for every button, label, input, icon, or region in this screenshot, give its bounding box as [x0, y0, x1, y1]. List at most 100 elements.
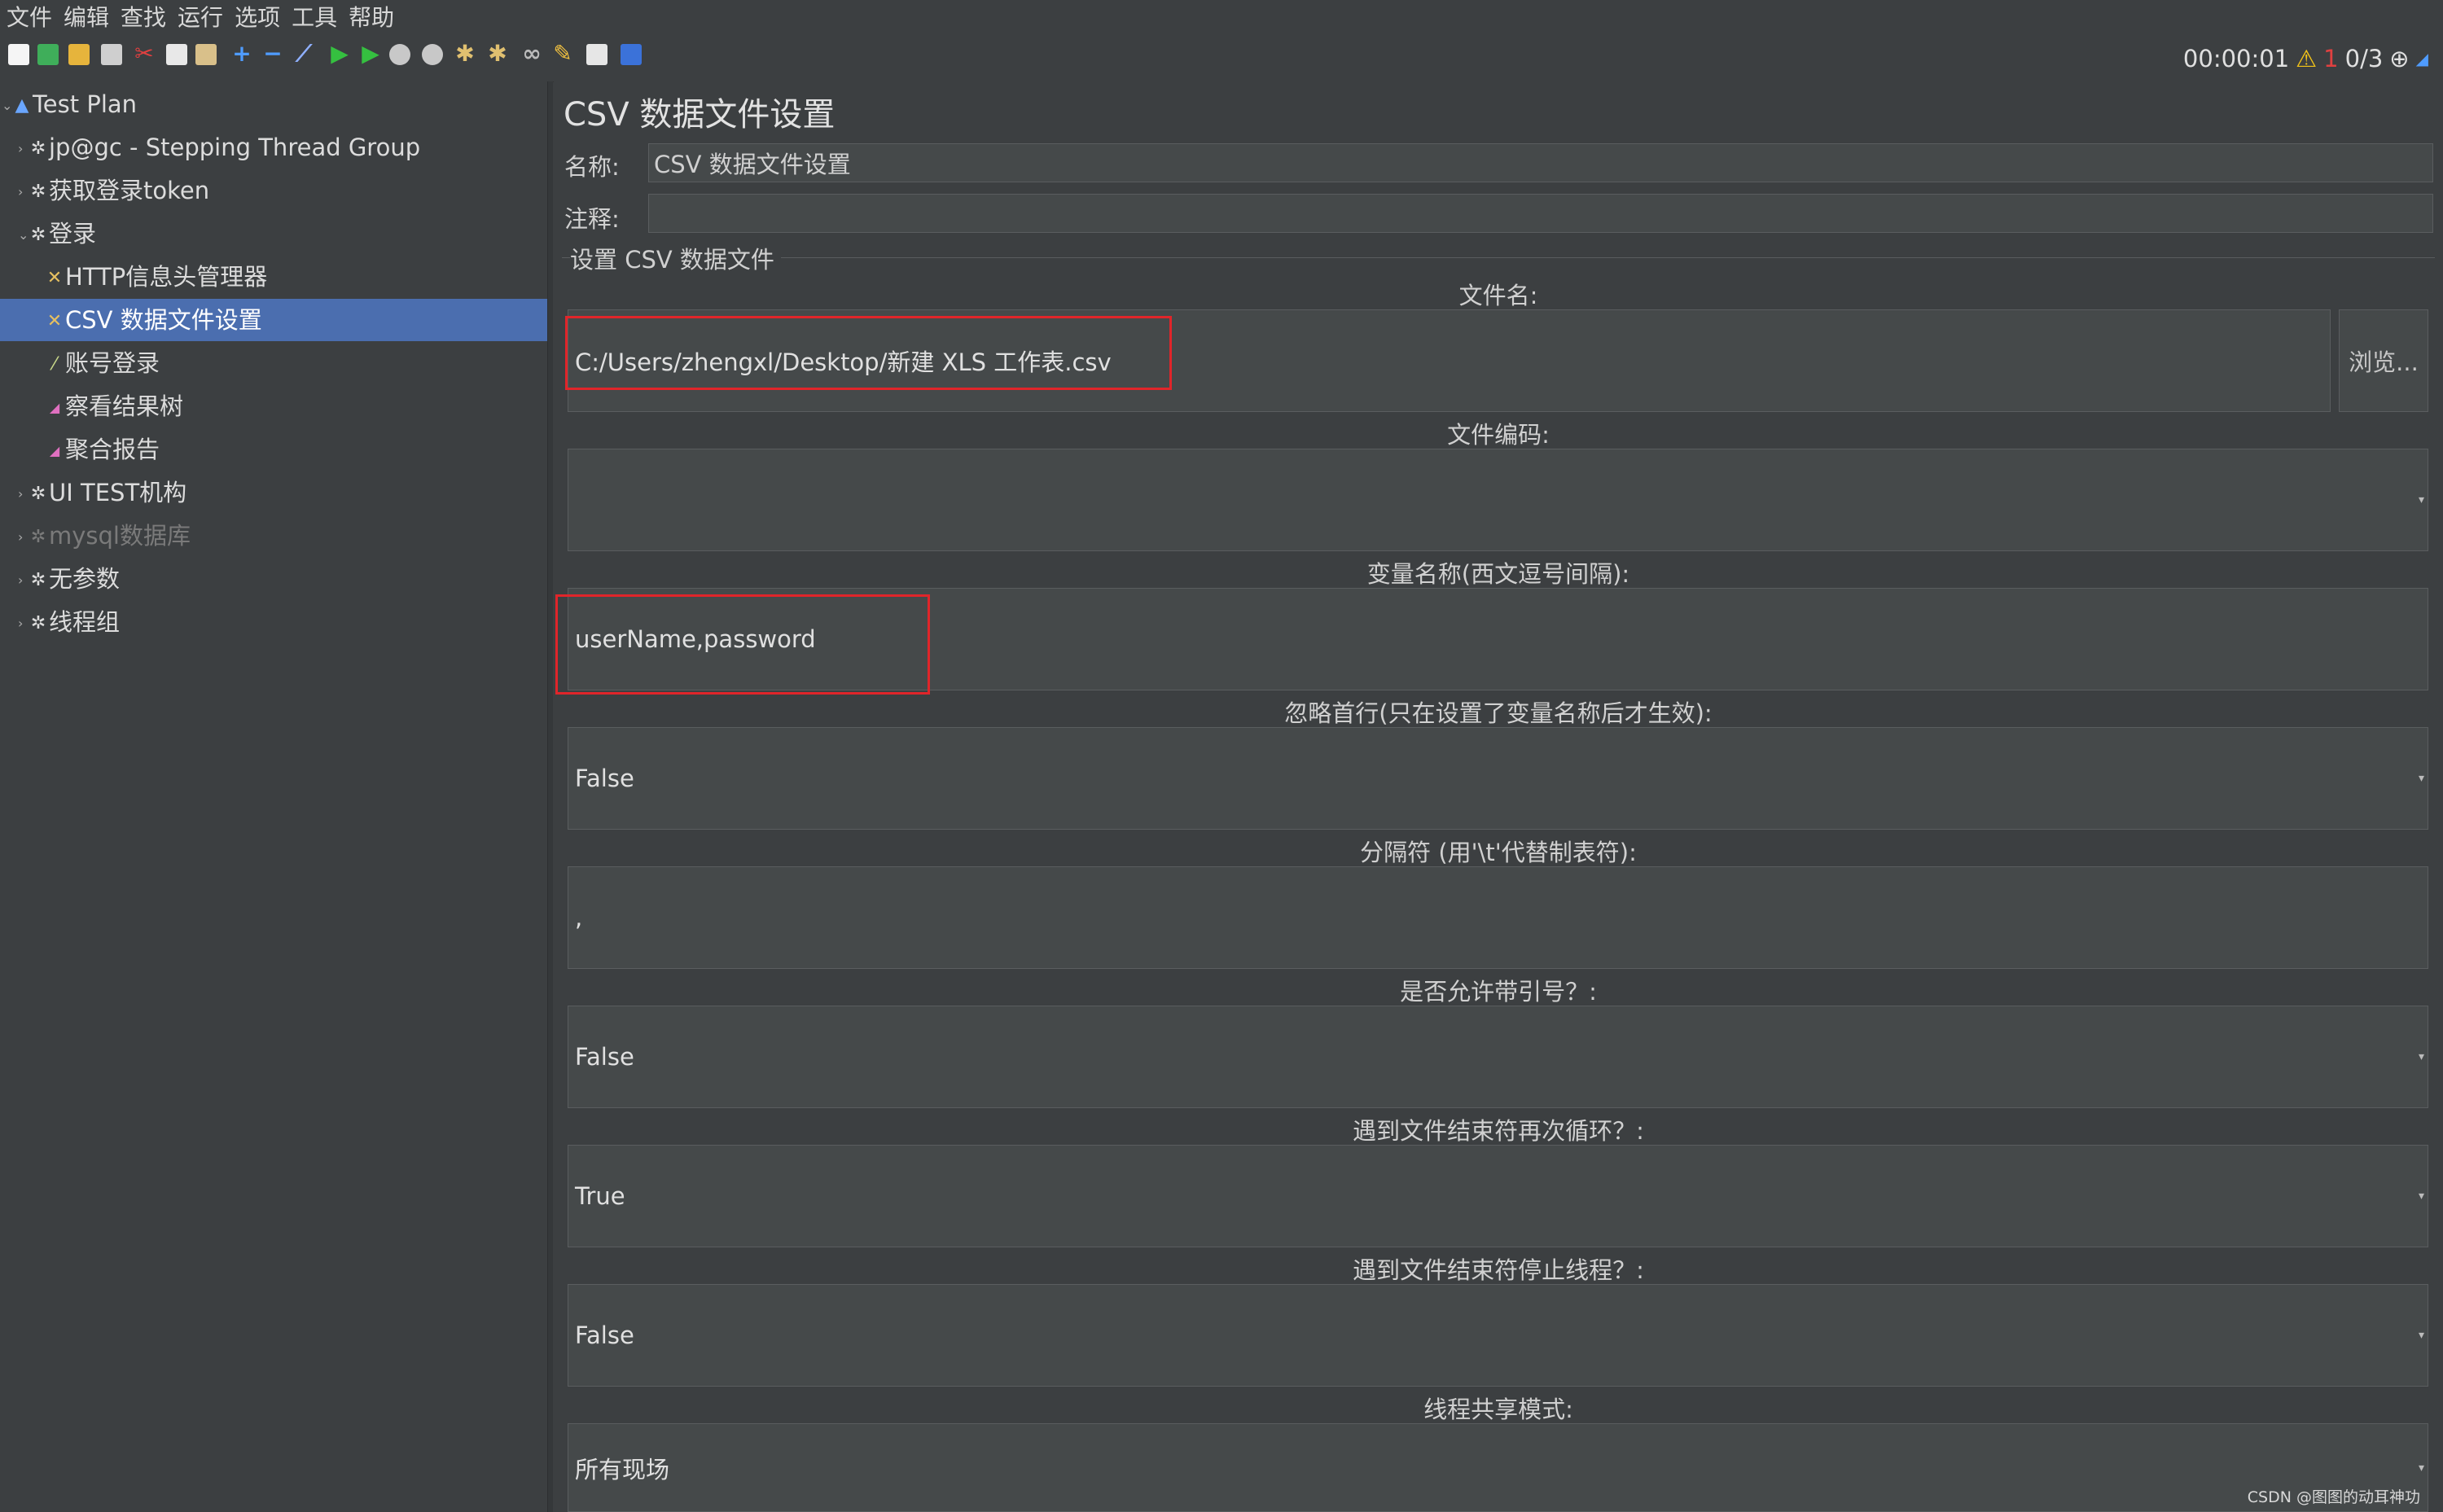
stop-thread-on-eof-select[interactable]: False ▾: [568, 1284, 2428, 1387]
expanded-chevron-icon[interactable]: ⌄: [2, 85, 13, 127]
name-field[interactable]: CSV 数据文件设置: [648, 143, 2433, 182]
collapsed-chevron-icon[interactable]: ›: [18, 603, 29, 645]
templates-icon[interactable]: [37, 44, 59, 65]
browse-button[interactable]: 浏览...: [2339, 309, 2428, 412]
tree-item-test-plan[interactable]: ⌄ ▲ Test Plan: [2, 83, 137, 125]
filename-highlight: [565, 316, 1172, 390]
error-count: 1: [2323, 45, 2339, 72]
remote-icon[interactable]: ⊕: [2389, 45, 2409, 72]
menu-run[interactable]: 运行: [178, 0, 223, 36]
menu-tools[interactable]: 工具: [292, 0, 337, 36]
thread-count: 0/3: [2344, 45, 2384, 72]
ignore-first-line-label: 忽略首行(只在设置了变量名称后才生效):: [1284, 699, 1713, 727]
collapsed-chevron-icon[interactable]: ›: [18, 128, 29, 170]
toggle-icon[interactable]: ⟋: [290, 39, 318, 68]
cut-icon[interactable]: ✂: [130, 39, 158, 68]
reset-search-icon[interactable]: ✎: [549, 39, 577, 68]
tree-item-ui-test[interactable]: › ✲ UI TEST机构: [18, 471, 186, 514]
clear-icon[interactable]: ✱: [451, 39, 479, 68]
menu-search[interactable]: 查找: [121, 0, 166, 36]
gear-icon: ✲: [30, 570, 46, 590]
collapsed-chevron-icon[interactable]: ›: [18, 559, 29, 602]
menu-bar: 文件 编辑 查找 运行 选项 工具 帮助: [0, 0, 2443, 36]
gear-icon: ✲: [30, 182, 46, 202]
dropdown-arrow-icon[interactable]: ▾: [2419, 449, 2424, 550]
sharing-mode-select[interactable]: 所有现场 ▾: [568, 1423, 2428, 1512]
clear-all-icon[interactable]: ✱: [484, 39, 511, 68]
expand-icon[interactable]: +: [228, 39, 256, 68]
log-icon[interactable]: ◢: [2416, 49, 2428, 68]
collapsed-chevron-icon[interactable]: ›: [18, 473, 29, 515]
name-label: 名称:: [564, 153, 620, 181]
tree-item-mysql[interactable]: › ✲ mysql数据库: [18, 515, 191, 557]
splitter[interactable]: [547, 81, 553, 1512]
search-binoculars-icon[interactable]: ∞: [518, 39, 546, 68]
page-title: CSV 数据文件设置: [564, 96, 836, 134]
collapsed-chevron-icon[interactable]: ›: [18, 171, 29, 213]
varnames-label: 变量名称(西文逗号间隔):: [1366, 560, 1630, 588]
sharing-mode-label: 线程共享模式:: [1423, 1396, 1573, 1423]
ignore-first-line-select[interactable]: False ▾: [568, 727, 2428, 830]
delimiter-label: 分隔符 (用'\t'代替制表符):: [1360, 839, 1637, 866]
gear-icon: ✲: [30, 484, 46, 504]
menu-help[interactable]: 帮助: [349, 0, 394, 36]
watermark: CSDN @图图的动耳神功: [2247, 1488, 2420, 1506]
tree-item-csv-data-set-config[interactable]: ✕ CSV 数据文件设置: [0, 299, 547, 341]
wrench-icon: ✕: [46, 311, 63, 331]
start-icon[interactable]: ▶: [326, 39, 353, 68]
gear-icon: ✲: [30, 225, 46, 245]
filename-label: 文件名:: [1458, 282, 1538, 309]
status-area: 00:00:01 ⚠ 1 0/3 ⊕ ◢: [2183, 42, 2428, 75]
tree-item-aggregate-report[interactable]: ◢ 聚合报告: [46, 428, 160, 471]
menu-options[interactable]: 选项: [235, 0, 280, 36]
tree-item-no-params[interactable]: › ✲ 无参数: [18, 558, 120, 600]
tree-item-account-login[interactable]: ⁄ 账号登录: [46, 342, 160, 384]
collapse-icon[interactable]: −: [259, 39, 287, 68]
menu-edit[interactable]: 编辑: [64, 0, 109, 36]
chart-icon: ◢: [49, 400, 60, 415]
delimiter-field[interactable]: ,: [568, 866, 2428, 969]
varnames-highlight: [555, 594, 930, 695]
function-helper-icon[interactable]: [586, 44, 607, 65]
copy-icon[interactable]: [166, 44, 187, 65]
tree-item-stepping-thread-group[interactable]: › ✲ jp@gc - Stepping Thread Group: [18, 126, 420, 169]
start-no-pause-icon[interactable]: ▶: [357, 39, 384, 68]
stop-icon[interactable]: [389, 44, 410, 65]
tree-item-login[interactable]: ⌄ ✲ 登录: [18, 213, 96, 255]
wrench-icon: ✕: [46, 268, 63, 288]
pencil-icon: ⁄: [53, 354, 56, 375]
expanded-chevron-icon[interactable]: ⌄: [18, 214, 29, 256]
dropdown-arrow-icon[interactable]: ▾: [2419, 1006, 2424, 1107]
tree-item-get-token[interactable]: › ✲ 获取登录token: [18, 169, 209, 212]
menu-file[interactable]: 文件: [7, 0, 52, 36]
tree-item-thread-group[interactable]: › ✲ 线程组: [18, 601, 120, 643]
open-icon[interactable]: [68, 44, 90, 65]
recycle-on-eof-label: 遇到文件结束符再次循环？:: [1353, 1117, 1644, 1145]
dropdown-arrow-icon[interactable]: ▾: [2419, 1146, 2424, 1247]
recycle-on-eof-select[interactable]: True ▾: [568, 1145, 2428, 1247]
allow-quoted-select[interactable]: False ▾: [568, 1006, 2428, 1108]
tree-item-http-header-manager[interactable]: ✕ HTTP信息头管理器: [46, 256, 267, 298]
group-title: 设置 CSV 数据文件: [570, 241, 781, 275]
gear-icon: ✲: [30, 613, 46, 633]
gear-icon: ✲: [30, 527, 46, 547]
encoding-label: 文件编码:: [1447, 421, 1550, 449]
warning-icon[interactable]: ⚠: [2296, 45, 2317, 72]
dropdown-arrow-icon[interactable]: ▾: [2419, 1285, 2424, 1386]
tree-item-view-results-tree[interactable]: ◢ 察看结果树: [46, 385, 183, 427]
group-divider: [562, 257, 2435, 258]
dropdown-arrow-icon[interactable]: ▾: [2419, 728, 2424, 829]
allow-quoted-label: 是否允许带引号？:: [1400, 978, 1597, 1006]
comment-label: 注释:: [564, 205, 620, 233]
shutdown-icon[interactable]: [422, 44, 443, 65]
comment-field[interactable]: [648, 194, 2433, 233]
encoding-select[interactable]: ▾: [568, 449, 2428, 551]
gear-icon: ✲: [30, 138, 46, 159]
save-icon[interactable]: [101, 44, 122, 65]
collapsed-chevron-icon[interactable]: ›: [18, 516, 29, 559]
help-icon[interactable]: [621, 44, 642, 65]
stop-thread-on-eof-label: 遇到文件结束符停止线程？:: [1353, 1256, 1644, 1284]
paste-icon[interactable]: [195, 44, 217, 65]
new-icon[interactable]: [8, 44, 29, 65]
elapsed-timer: 00:00:01: [2182, 45, 2290, 72]
